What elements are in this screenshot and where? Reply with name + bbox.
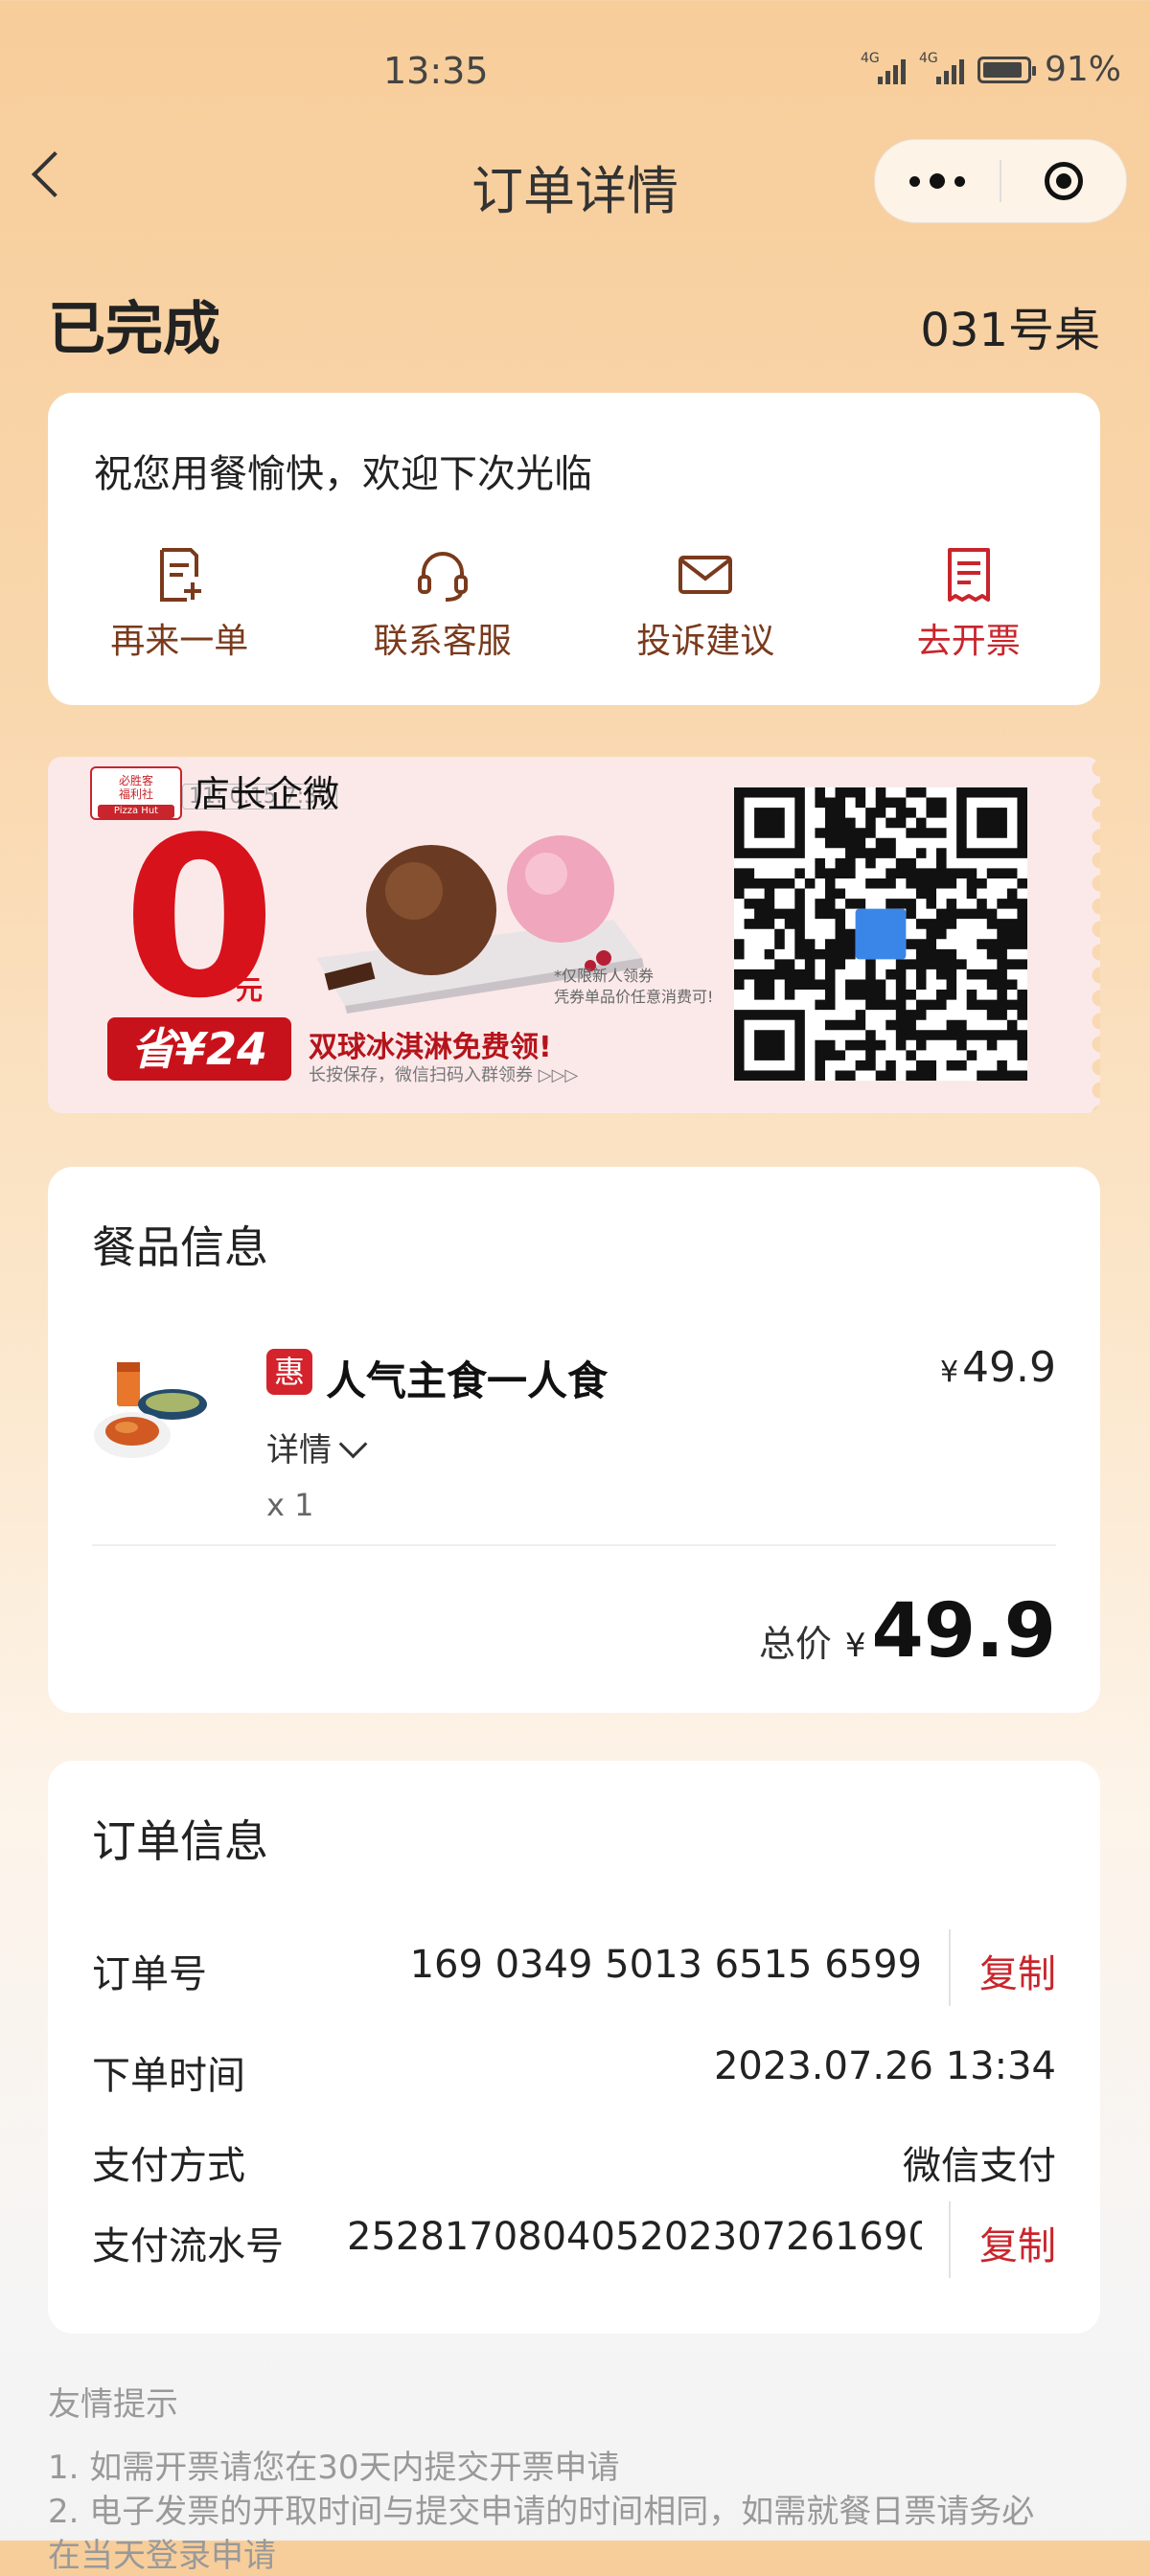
banner-promo: 双球冰淇淋免费领! xyxy=(309,1031,552,1064)
copy-serial-button[interactable]: 复制 xyxy=(979,2215,1056,2270)
food-price: ¥49.9 xyxy=(939,1343,1056,1392)
order-status: 已完成 xyxy=(48,296,220,363)
status-time: 13:35 xyxy=(383,50,489,92)
greeting-card: 祝您用餐愉快，欢迎下次光临 再来一单 联系客服 投诉建议 去开票 xyxy=(48,393,1100,705)
signal-icon: 4G xyxy=(861,52,906,84)
qr-code xyxy=(734,787,1027,1081)
banner-note: *仅限新人领券 凭券单品价任意消费可! xyxy=(554,967,714,1006)
banner-hint: 长按保存，微信扫码入群领券 ▷▷▷ xyxy=(309,1065,579,1085)
payment-serial-label: 支付流水号 xyxy=(92,2224,284,2268)
food-detail-toggle[interactable]: 详情 xyxy=(266,1424,368,1470)
copy-divider xyxy=(949,1929,951,2006)
tip-line: 在当天登录申请 xyxy=(48,2537,276,2575)
food-info-card: 餐品信息 惠 人气主食一人食 ¥49.9 详情 x 1 总价 ¥ 49.9 xyxy=(48,1167,1100,1713)
order-time-label: 下单时间 xyxy=(92,2054,245,2098)
message-logo-icon xyxy=(855,908,907,960)
miniprogram-capsule xyxy=(874,139,1127,223)
complaint-button[interactable]: 投诉建议 xyxy=(610,544,801,663)
qr-code-image xyxy=(734,787,1027,1081)
food-name: 人气主食一人食 xyxy=(326,1357,609,1404)
invoice-label: 去开票 xyxy=(916,622,1021,661)
more-icon[interactable] xyxy=(875,173,1000,189)
detail-label: 详情 xyxy=(266,1431,332,1470)
food-section-title: 餐品信息 xyxy=(92,1221,268,1273)
signal-icon: 4G xyxy=(919,52,964,84)
total-price: 总价 ¥ 49.9 xyxy=(759,1588,1056,1675)
contact-service-label: 联系客服 xyxy=(373,622,512,661)
payment-method-label: 支付方式 xyxy=(92,2144,245,2188)
order-number-label: 订单号 xyxy=(92,1952,207,1996)
tip-line: 2. 电子发票的开取时间与提交申请的时间相同，如需就餐日票请务必 xyxy=(48,2493,1035,2531)
total-amount: 49.9 xyxy=(871,1588,1056,1675)
reorder-icon xyxy=(160,548,202,602)
payment-method-value: 微信支付 xyxy=(903,2144,1056,2188)
status-indicators: 4G 4G 91% xyxy=(861,50,1121,89)
reorder-label: 再来一单 xyxy=(110,622,249,661)
headset-icon xyxy=(417,552,468,602)
banner-save-badge: 省¥24 xyxy=(107,1017,291,1081)
promo-banner[interactable]: 必胜客 福利社 Pizza Hut 11: 0:15 7:30 店长企微 0 元 … xyxy=(48,757,1100,1113)
order-number-value: 169 0349 5013 6515 6599 xyxy=(409,1943,922,1987)
copy-divider xyxy=(949,2201,951,2278)
order-time-value: 2023.07.26 13:34 xyxy=(713,2044,1056,2088)
copy-order-number-button[interactable]: 复制 xyxy=(979,1943,1056,1998)
banner-yuan: 元 xyxy=(236,974,264,1006)
food-image xyxy=(94,1362,207,1458)
tips-title: 友情提示 xyxy=(48,2385,178,2424)
order-info-card: 订单信息 订单号 169 0349 5013 6515 6599 复制 下单时间… xyxy=(48,1761,1100,2334)
target-icon xyxy=(1045,162,1083,200)
action-row: 再来一单 联系客服 投诉建议 去开票 xyxy=(48,544,1100,663)
ticket-edge xyxy=(1085,757,1100,1113)
payment-serial-value: 252817080405202307261690… xyxy=(347,2215,922,2259)
complaint-label: 投诉建议 xyxy=(636,622,775,661)
table-number: 031号桌 xyxy=(920,304,1100,357)
discount-badge: 惠 xyxy=(266,1349,312,1395)
greeting-text: 祝您用餐愉快，欢迎下次光临 xyxy=(94,452,592,496)
food-quantity: x 1 xyxy=(266,1487,314,1523)
battery-icon xyxy=(977,56,1036,83)
divider xyxy=(92,1544,1056,1546)
reorder-button[interactable]: 再来一单 xyxy=(83,544,275,663)
total-currency: ¥ xyxy=(844,1627,866,1665)
invoice-icon xyxy=(947,548,990,602)
close-miniprogram-button[interactable] xyxy=(1001,162,1126,200)
battery-level: 91% xyxy=(1044,50,1121,89)
tip-line: 1. 如需开票请您在30天内提交开票申请 xyxy=(48,2449,620,2487)
order-section-title: 订单信息 xyxy=(92,1815,268,1867)
mail-icon xyxy=(678,556,733,594)
chevron-down-icon xyxy=(338,1429,368,1459)
total-label: 总价 xyxy=(758,1623,832,1665)
invoice-button[interactable]: 去开票 xyxy=(873,544,1065,663)
contact-service-button[interactable]: 联系客服 xyxy=(347,544,539,663)
